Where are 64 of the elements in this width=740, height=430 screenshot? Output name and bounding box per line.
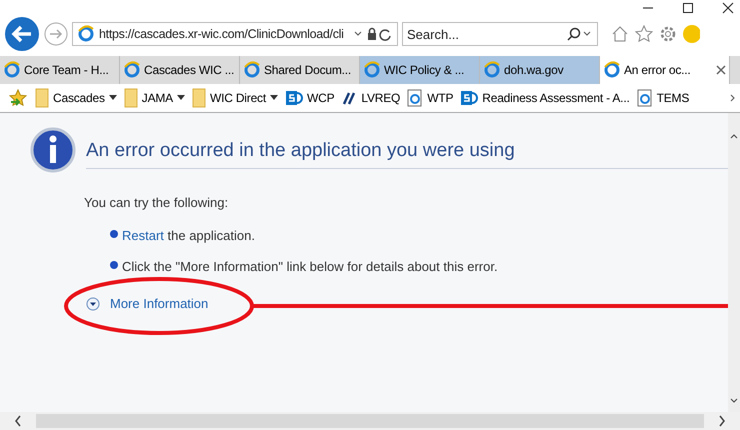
favorite-link[interactable]: Readiness Assessment - A... bbox=[460, 89, 630, 107]
tab-title: Shared Docum... bbox=[264, 63, 352, 77]
address-bar[interactable]: https://cascades.xr-wic.com/ClinicDownload/cli bbox=[72, 22, 398, 46]
favorite-link[interactable]: WTP bbox=[407, 89, 454, 107]
close-tab-icon[interactable] bbox=[716, 65, 726, 75]
bullet-icon bbox=[110, 260, 118, 268]
folder-icon bbox=[35, 88, 49, 108]
caret-icon bbox=[108, 95, 117, 101]
search-field[interactable]: Search... bbox=[402, 22, 598, 46]
error-heading: An error occurred in the application you were using bbox=[86, 132, 728, 168]
restart-link[interactable]: Restart bbox=[122, 228, 164, 243]
tab-title: Cascades WIC ... bbox=[144, 63, 236, 77]
tab-title: Core Team - H... bbox=[24, 63, 110, 77]
instruction-text: You can try the following: bbox=[84, 195, 230, 210]
sharepoint-icon bbox=[284, 89, 303, 107]
sharepoint-icon bbox=[460, 89, 478, 107]
close-button[interactable] bbox=[722, 2, 734, 14]
tab-title: WIC Policy & ... bbox=[384, 63, 466, 77]
favorite-link[interactable]: TEMS bbox=[636, 89, 690, 107]
browser-icon bbox=[363, 61, 381, 79]
browser-icon bbox=[603, 61, 621, 79]
browser-tab[interactable]: Core Team - H... bbox=[0, 56, 120, 84]
settings-icon[interactable] bbox=[658, 24, 678, 44]
folder-icon bbox=[192, 88, 206, 108]
scroll-left-icon[interactable] bbox=[14, 415, 22, 427]
favorite-link[interactable]: WIC Direct bbox=[192, 88, 278, 108]
page-icon bbox=[636, 89, 653, 107]
vertical-scrollbar[interactable] bbox=[728, 113, 740, 412]
back-button[interactable] bbox=[4, 16, 40, 52]
browser-icon bbox=[243, 61, 261, 79]
address-tools-icon[interactable] bbox=[353, 27, 393, 41]
caret-icon bbox=[176, 95, 185, 101]
home-icon[interactable] bbox=[610, 24, 630, 44]
search-icon[interactable] bbox=[566, 27, 592, 41]
more-information-link[interactable]: More Information bbox=[86, 296, 208, 311]
bullet-icon bbox=[110, 230, 118, 238]
favorite-link[interactable]: WCP bbox=[284, 89, 334, 107]
scroll-up-icon[interactable] bbox=[730, 133, 738, 139]
folder-icon bbox=[124, 88, 138, 108]
favorites-star-icon[interactable] bbox=[8, 88, 28, 108]
caret-icon bbox=[270, 95, 278, 101]
browser-icon bbox=[77, 25, 95, 43]
suggestion-text: Restart the application. bbox=[122, 228, 255, 243]
browser-tab[interactable]: WIC Policy & ... bbox=[360, 56, 480, 84]
horizontal-scrollbar[interactable] bbox=[0, 412, 740, 430]
favorite-link[interactable]: JAMA bbox=[124, 88, 185, 108]
favorite-link[interactable]: LVREQ bbox=[341, 90, 400, 106]
scroll-right-icon[interactable] bbox=[718, 415, 726, 427]
browser-tab[interactable]: An error oc... bbox=[600, 56, 730, 84]
browser-tab[interactable]: doh.wa.gov bbox=[480, 56, 600, 84]
tab-title: doh.wa.gov bbox=[504, 63, 564, 77]
browser-icon bbox=[123, 61, 141, 79]
favorite-link[interactable]: Cascades bbox=[35, 88, 117, 108]
maximize-button[interactable] bbox=[682, 2, 694, 14]
suggestion-text: Click the "More Information" link below for details about this error. bbox=[122, 259, 498, 274]
info-icon bbox=[30, 127, 76, 173]
browser-tab[interactable]: Cascades WIC ... bbox=[120, 56, 240, 84]
scroll-down-icon[interactable] bbox=[730, 398, 738, 404]
browser-icon bbox=[3, 61, 21, 79]
site-icon bbox=[341, 90, 358, 106]
tab-title: An error oc... bbox=[624, 63, 692, 77]
browser-icon bbox=[483, 61, 501, 79]
star-icon[interactable] bbox=[634, 24, 654, 44]
page-icon bbox=[407, 89, 424, 107]
